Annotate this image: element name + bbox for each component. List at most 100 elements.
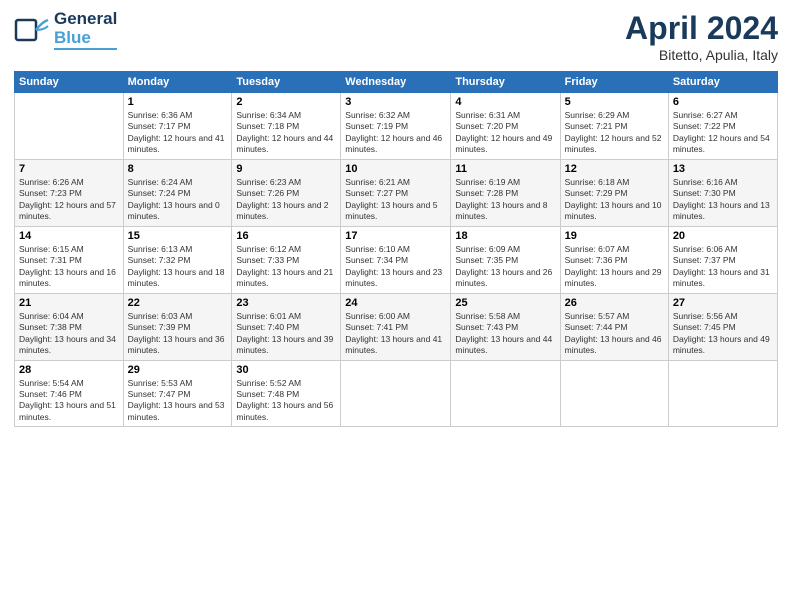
calendar-cell: 12 Sunrise: 6:18 AMSunset: 7:29 PMDaylig… (560, 159, 668, 226)
subtitle: Bitetto, Apulia, Italy (625, 47, 778, 63)
day-info: Sunrise: 6:15 AMSunset: 7:31 PMDaylight:… (19, 244, 119, 290)
title-block: April 2024 Bitetto, Apulia, Italy (625, 10, 778, 63)
day-info: Sunrise: 5:57 AMSunset: 7:44 PMDaylight:… (565, 311, 664, 357)
date-number: 2 (236, 96, 336, 108)
calendar-cell (341, 360, 451, 427)
col-tuesday: Tuesday (232, 72, 341, 93)
day-info: Sunrise: 6:18 AMSunset: 7:29 PMDaylight:… (565, 177, 664, 223)
calendar-cell (15, 93, 124, 160)
calendar-cell: 5 Sunrise: 6:29 AMSunset: 7:21 PMDayligh… (560, 93, 668, 160)
day-info: Sunrise: 6:01 AMSunset: 7:40 PMDaylight:… (236, 311, 336, 357)
date-number: 3 (345, 96, 446, 108)
calendar-cell: 25 Sunrise: 5:58 AMSunset: 7:43 PMDaylig… (451, 293, 560, 360)
calendar-cell: 26 Sunrise: 5:57 AMSunset: 7:44 PMDaylig… (560, 293, 668, 360)
date-number: 12 (565, 163, 664, 175)
day-info: Sunrise: 6:19 AMSunset: 7:28 PMDaylight:… (455, 177, 555, 223)
date-number: 24 (345, 297, 446, 309)
calendar-cell: 14 Sunrise: 6:15 AMSunset: 7:31 PMDaylig… (15, 226, 124, 293)
page-header: General Blue April 2024 Bitetto, Apulia,… (14, 10, 778, 63)
day-info: Sunrise: 6:04 AMSunset: 7:38 PMDaylight:… (19, 311, 119, 357)
logo-line1: General (54, 10, 117, 29)
calendar-cell: 11 Sunrise: 6:19 AMSunset: 7:28 PMDaylig… (451, 159, 560, 226)
day-info: Sunrise: 5:58 AMSunset: 7:43 PMDaylight:… (455, 311, 555, 357)
calendar-cell: 9 Sunrise: 6:23 AMSunset: 7:26 PMDayligh… (232, 159, 341, 226)
calendar-week-2: 7 Sunrise: 6:26 AMSunset: 7:23 PMDayligh… (15, 159, 778, 226)
day-info: Sunrise: 6:21 AMSunset: 7:27 PMDaylight:… (345, 177, 446, 223)
date-number: 25 (455, 297, 555, 309)
day-info: Sunrise: 5:53 AMSunset: 7:47 PMDaylight:… (128, 378, 228, 424)
day-info: Sunrise: 6:16 AMSunset: 7:30 PMDaylight:… (673, 177, 773, 223)
date-number: 22 (128, 297, 228, 309)
day-info: Sunrise: 6:09 AMSunset: 7:35 PMDaylight:… (455, 244, 555, 290)
day-info: Sunrise: 6:29 AMSunset: 7:21 PMDaylight:… (565, 110, 664, 156)
calendar-week-3: 14 Sunrise: 6:15 AMSunset: 7:31 PMDaylig… (15, 226, 778, 293)
date-number: 8 (128, 163, 228, 175)
calendar-week-4: 21 Sunrise: 6:04 AMSunset: 7:38 PMDaylig… (15, 293, 778, 360)
calendar-cell (668, 360, 777, 427)
calendar-cell: 13 Sunrise: 6:16 AMSunset: 7:30 PMDaylig… (668, 159, 777, 226)
calendar-cell: 8 Sunrise: 6:24 AMSunset: 7:24 PMDayligh… (123, 159, 232, 226)
day-info: Sunrise: 6:36 AMSunset: 7:17 PMDaylight:… (128, 110, 228, 156)
date-number: 4 (455, 96, 555, 108)
day-info: Sunrise: 5:56 AMSunset: 7:45 PMDaylight:… (673, 311, 773, 357)
calendar-cell: 30 Sunrise: 5:52 AMSunset: 7:48 PMDaylig… (232, 360, 341, 427)
calendar-table: Sunday Monday Tuesday Wednesday Thursday… (14, 71, 778, 427)
logo: General Blue (14, 10, 117, 50)
calendar-cell: 17 Sunrise: 6:10 AMSunset: 7:34 PMDaylig… (341, 226, 451, 293)
calendar-cell (560, 360, 668, 427)
date-number: 10 (345, 163, 446, 175)
day-info: Sunrise: 6:23 AMSunset: 7:26 PMDaylight:… (236, 177, 336, 223)
header-row: Sunday Monday Tuesday Wednesday Thursday… (15, 72, 778, 93)
calendar-cell: 27 Sunrise: 5:56 AMSunset: 7:45 PMDaylig… (668, 293, 777, 360)
calendar-week-5: 28 Sunrise: 5:54 AMSunset: 7:46 PMDaylig… (15, 360, 778, 427)
date-number: 16 (236, 230, 336, 242)
date-number: 23 (236, 297, 336, 309)
day-info: Sunrise: 6:13 AMSunset: 7:32 PMDaylight:… (128, 244, 228, 290)
calendar-cell: 28 Sunrise: 5:54 AMSunset: 7:46 PMDaylig… (15, 360, 124, 427)
calendar-cell: 10 Sunrise: 6:21 AMSunset: 7:27 PMDaylig… (341, 159, 451, 226)
col-friday: Friday (560, 72, 668, 93)
calendar-cell (451, 360, 560, 427)
calendar-cell: 2 Sunrise: 6:34 AMSunset: 7:18 PMDayligh… (232, 93, 341, 160)
date-number: 17 (345, 230, 446, 242)
date-number: 27 (673, 297, 773, 309)
date-number: 20 (673, 230, 773, 242)
col-monday: Monday (123, 72, 232, 93)
page-container: General Blue April 2024 Bitetto, Apulia,… (0, 0, 792, 435)
date-number: 28 (19, 364, 119, 376)
day-info: Sunrise: 6:07 AMSunset: 7:36 PMDaylight:… (565, 244, 664, 290)
calendar-cell: 23 Sunrise: 6:01 AMSunset: 7:40 PMDaylig… (232, 293, 341, 360)
col-saturday: Saturday (668, 72, 777, 93)
calendar-cell: 21 Sunrise: 6:04 AMSunset: 7:38 PMDaylig… (15, 293, 124, 360)
date-number: 6 (673, 96, 773, 108)
calendar-week-1: 1 Sunrise: 6:36 AMSunset: 7:17 PMDayligh… (15, 93, 778, 160)
calendar-cell: 16 Sunrise: 6:12 AMSunset: 7:33 PMDaylig… (232, 226, 341, 293)
date-number: 18 (455, 230, 555, 242)
day-info: Sunrise: 6:00 AMSunset: 7:41 PMDaylight:… (345, 311, 446, 357)
calendar-cell: 3 Sunrise: 6:32 AMSunset: 7:19 PMDayligh… (341, 93, 451, 160)
date-number: 14 (19, 230, 119, 242)
date-number: 30 (236, 364, 336, 376)
col-sunday: Sunday (15, 72, 124, 93)
date-number: 21 (19, 297, 119, 309)
day-info: Sunrise: 6:06 AMSunset: 7:37 PMDaylight:… (673, 244, 773, 290)
calendar-cell: 24 Sunrise: 6:00 AMSunset: 7:41 PMDaylig… (341, 293, 451, 360)
calendar-cell: 18 Sunrise: 6:09 AMSunset: 7:35 PMDaylig… (451, 226, 560, 293)
day-info: Sunrise: 6:03 AMSunset: 7:39 PMDaylight:… (128, 311, 228, 357)
date-number: 13 (673, 163, 773, 175)
date-number: 29 (128, 364, 228, 376)
date-number: 11 (455, 163, 555, 175)
calendar-cell: 29 Sunrise: 5:53 AMSunset: 7:47 PMDaylig… (123, 360, 232, 427)
logo-line2: Blue (54, 29, 117, 48)
date-number: 15 (128, 230, 228, 242)
calendar-cell: 19 Sunrise: 6:07 AMSunset: 7:36 PMDaylig… (560, 226, 668, 293)
calendar-cell: 6 Sunrise: 6:27 AMSunset: 7:22 PMDayligh… (668, 93, 777, 160)
date-number: 26 (565, 297, 664, 309)
calendar-cell: 22 Sunrise: 6:03 AMSunset: 7:39 PMDaylig… (123, 293, 232, 360)
day-info: Sunrise: 6:32 AMSunset: 7:19 PMDaylight:… (345, 110, 446, 156)
day-info: Sunrise: 6:26 AMSunset: 7:23 PMDaylight:… (19, 177, 119, 223)
calendar-cell: 15 Sunrise: 6:13 AMSunset: 7:32 PMDaylig… (123, 226, 232, 293)
day-info: Sunrise: 5:52 AMSunset: 7:48 PMDaylight:… (236, 378, 336, 424)
day-info: Sunrise: 6:24 AMSunset: 7:24 PMDaylight:… (128, 177, 228, 223)
calendar-cell: 4 Sunrise: 6:31 AMSunset: 7:20 PMDayligh… (451, 93, 560, 160)
